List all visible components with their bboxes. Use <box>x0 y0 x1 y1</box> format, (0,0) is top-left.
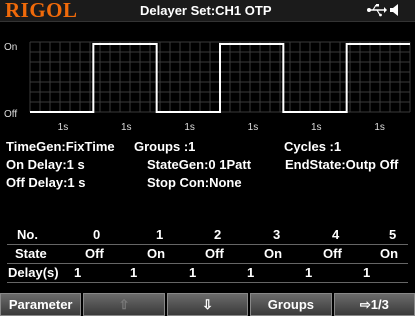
cycles-text[interactable]: Cycles :1 <box>284 138 341 155</box>
stategen-text[interactable]: StateGen:0 1Patt <box>147 156 251 173</box>
next-page-button[interactable]: ⇨1/3 <box>333 293 415 316</box>
timegen-text[interactable]: TimeGen:FixTime <box>6 138 115 155</box>
state-cell-3[interactable]: On <box>264 246 282 261</box>
segment-duration-label: 1s <box>374 122 385 133</box>
endstate-text[interactable]: EndState:Outp Off <box>285 156 398 173</box>
state-label: State <box>15 246 47 261</box>
delayer-info-panel: TimeGen:FixTime Groups :1 Cycles :1 On D… <box>6 138 415 192</box>
off-delay-text[interactable]: Off Delay:1 s <box>6 174 85 191</box>
delay-cell-3[interactable]: 1 <box>247 265 254 280</box>
table-row-delay: Delay(s) 1 1 1 1 1 1 <box>7 264 408 283</box>
title-bar: RIGOL Delayer Set:CH1 OTP <box>0 0 415 22</box>
header-col-3: 3 <box>273 227 281 242</box>
parameter-button[interactable]: Parameter <box>0 293 82 316</box>
speaker-icon <box>390 4 398 16</box>
up-arrow-button[interactable]: ⇧ <box>83 293 165 316</box>
stop-con-text[interactable]: Stop Con:None <box>147 174 242 191</box>
delay-state-table: No. 0 1 2 3 4 5 State Off On Off On Off … <box>7 226 408 283</box>
on-delay-text[interactable]: On Delay:1 s <box>6 156 85 173</box>
level-on-label: On <box>4 42 17 53</box>
segment-duration-label: 1s <box>184 122 195 133</box>
header-col-2: 2 <box>214 227 222 242</box>
softkey-bar: Parameter ⇧ ⇩ Groups ⇨1/3 <box>0 293 415 316</box>
header-col-4: 4 <box>332 227 340 242</box>
state-cell-4[interactable]: Off <box>323 246 342 261</box>
header-col-0: 0 <box>93 227 101 242</box>
down-arrow-button[interactable]: ⇩ <box>166 293 249 316</box>
segment-duration-label: 1s <box>121 122 132 133</box>
groups-button[interactable]: Groups <box>250 293 332 316</box>
usb-icon <box>367 4 387 17</box>
screen-title: Delayer Set:CH1 OTP <box>140 3 272 18</box>
header-col-1: 1 <box>156 227 164 242</box>
segment-duration-label: 1s <box>58 122 69 133</box>
table-header-row: No. 0 1 2 3 4 5 <box>7 226 408 245</box>
header-no: No. <box>17 227 38 242</box>
header-col-5: 5 <box>389 227 397 242</box>
delay-cell-0[interactable]: 1 <box>74 265 81 280</box>
delayer-waveform: On Off 1s 1s 1s 1s 1s 1s <box>4 41 411 133</box>
delay-cell-4[interactable]: 1 <box>305 265 312 280</box>
delay-cell-5[interactable]: 1 <box>363 265 370 280</box>
state-cell-0[interactable]: Off <box>85 246 104 261</box>
rigol-logo: RIGOL <box>5 0 78 22</box>
state-cell-1[interactable]: On <box>147 246 165 261</box>
groups-text[interactable]: Groups :1 <box>134 138 195 155</box>
delay-label: Delay(s) <box>8 265 59 280</box>
delay-cell-1[interactable]: 1 <box>130 265 137 280</box>
table-row-state: State Off On Off On Off On <box>7 245 408 264</box>
segment-duration-label: 1s <box>311 122 322 133</box>
state-cell-5[interactable]: On <box>380 246 398 261</box>
segment-duration-label: 1s <box>248 122 259 133</box>
state-cell-2[interactable]: Off <box>205 246 224 261</box>
level-off-label: Off <box>4 109 17 120</box>
delay-cell-2[interactable]: 1 <box>189 265 196 280</box>
